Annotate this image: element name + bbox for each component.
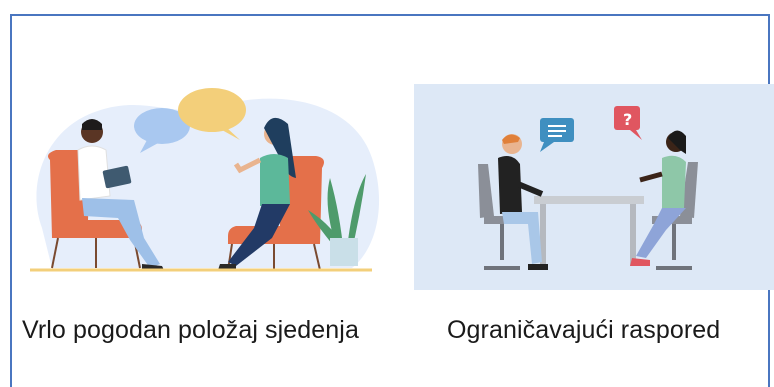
- right-woman-body: [260, 154, 290, 206]
- woman-body: [662, 155, 686, 210]
- table: [534, 196, 644, 204]
- caption-restrictive-layout: Ograničavajući raspored: [447, 316, 721, 344]
- caption-comfortable-seating: Vrlo pogodan položaj sjedenja: [22, 316, 359, 344]
- restrictive-layout-illustration: ?: [414, 84, 774, 290]
- svg-text:?: ?: [623, 110, 632, 129]
- speech-bubble-yellow-icon: [178, 88, 246, 132]
- comfortable-seating-illustration: [30, 88, 380, 272]
- background-panel: [414, 84, 774, 290]
